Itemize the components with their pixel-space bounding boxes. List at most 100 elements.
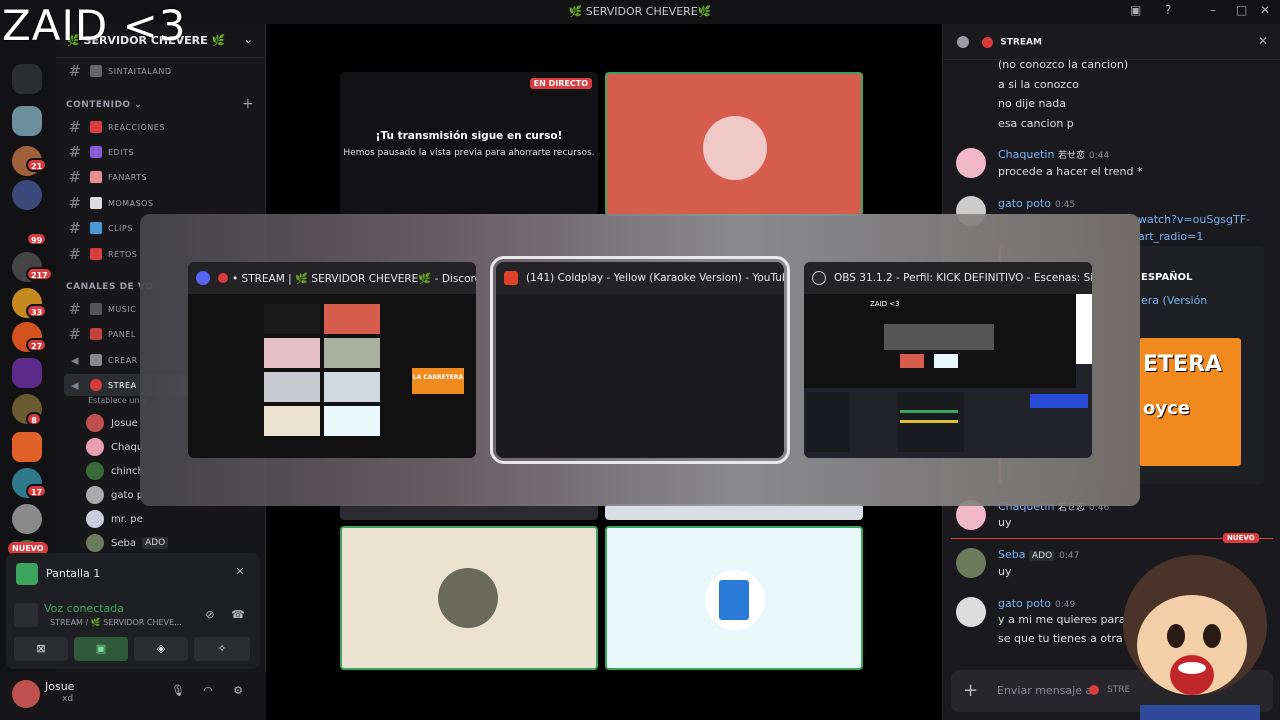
- noise-suppression-icon[interactable]: ⊘: [202, 608, 218, 624]
- record-dot-icon: [982, 36, 994, 48]
- avatar: [703, 116, 767, 180]
- message-author[interactable]: Chaquetin 若せ恋 0:44: [998, 148, 1109, 161]
- inbox-icon[interactable]: ▣: [1130, 3, 1141, 17]
- participant-tile[interactable]: [605, 504, 863, 520]
- close-window-icon[interactable]: ✕: [1260, 3, 1270, 17]
- unread-badge: 99: [26, 232, 48, 246]
- server-icon[interactable]: [12, 106, 42, 136]
- message-link[interactable]: art_radio=1: [1138, 230, 1203, 243]
- user-bar: Josue xd 🎙 ◠ ⚙: [0, 672, 266, 720]
- screen-share-button[interactable]: ▣: [74, 637, 128, 661]
- soundboard-button[interactable]: ✧: [194, 637, 250, 661]
- chat-bubble-icon: [957, 36, 969, 48]
- dm-home-icon[interactable]: [12, 64, 42, 94]
- user-tag: ADO: [1028, 551, 1056, 561]
- stream-tile-paused[interactable]: EN DIRECTO ¡Tu transmisión sigue en curs…: [340, 72, 598, 216]
- close-preview-icon[interactable]: ✕: [232, 565, 248, 581]
- add-channel-icon[interactable]: +: [242, 96, 254, 112]
- message-author[interactable]: Seba ADO 0:47: [998, 548, 1079, 561]
- message-text: uy: [998, 565, 1012, 578]
- channel-item[interactable]: # FANARTS: [64, 166, 260, 188]
- channel-emoji-icon: [90, 303, 102, 315]
- composer-placeholder: Enviar mensaje a: [997, 684, 1093, 697]
- participant-tile[interactable]: [340, 504, 598, 520]
- message-time: 0:49: [1055, 600, 1076, 610]
- disconnect-icon[interactable]: ☎: [230, 608, 246, 624]
- speaker-icon: ◂: [70, 351, 80, 369]
- embed-art-text: oyce: [1143, 398, 1190, 419]
- message-text: procede a hacer el trend *: [998, 165, 1143, 178]
- screen-label: Pantalla 1: [46, 567, 101, 580]
- channel-item[interactable]: # SINTAITALAND: [64, 60, 260, 82]
- category-content[interactable]: CONTENIDO ⌄: [66, 100, 142, 110]
- user-tag: 若せ恋: [1057, 151, 1085, 161]
- streamer-avatar-overlay: [1123, 555, 1267, 720]
- message-text: uy: [998, 516, 1012, 529]
- embed-label: ESPAÑOL: [1141, 272, 1193, 283]
- channel-item[interactable]: # EDITS: [64, 141, 260, 163]
- channel-emoji-icon: [90, 197, 102, 209]
- avatar[interactable]: [12, 680, 40, 708]
- headphones-icon[interactable]: ◠: [200, 684, 216, 700]
- hash-icon: #: [68, 62, 82, 80]
- screen-share-icon: [16, 563, 38, 585]
- obs-preview: ZAID <3: [804, 294, 1076, 388]
- speaker-icon: ◂: [70, 376, 80, 394]
- switcher-window-obs[interactable]: OBS 31.1.2 - Perfil: KICK DEFINITIVO - E…: [804, 262, 1092, 458]
- avatar[interactable]: [956, 548, 986, 578]
- participant-tile[interactable]: [605, 72, 863, 216]
- server-icon[interactable]: [12, 432, 42, 462]
- channel-emoji-icon: [90, 248, 102, 260]
- channel-item[interactable]: # MOMASOS: [64, 192, 260, 214]
- thumbnail-grid: [264, 304, 384, 454]
- maximize-icon[interactable]: □: [1236, 3, 1247, 17]
- avatar: [438, 568, 498, 628]
- minimize-icon[interactable]: –: [1210, 3, 1216, 17]
- message-time: 0:44: [1088, 151, 1110, 161]
- add-attachment-icon[interactable]: +: [963, 680, 978, 701]
- voice-user[interactable]: Seba ADO: [86, 532, 256, 554]
- unread-badge: 21: [26, 158, 48, 172]
- avatar[interactable]: [956, 597, 986, 627]
- message-author[interactable]: gato poto 0:45: [998, 197, 1075, 210]
- close-chat-icon[interactable]: ✕: [1258, 34, 1268, 48]
- avatar[interactable]: [956, 148, 986, 178]
- help-icon[interactable]: ?: [1165, 3, 1171, 17]
- participant-tile[interactable]: [605, 526, 863, 670]
- chat-title: STREAM: [1000, 37, 1042, 48]
- signal-icon: [14, 603, 38, 627]
- channel-emoji-icon: [90, 171, 102, 183]
- channel-emoji-icon: [90, 121, 102, 133]
- settings-gear-icon[interactable]: ⚙: [230, 684, 246, 700]
- window-thumbnail: [496, 294, 784, 458]
- window-title: OBS 31.1.2 - Perfil: KICK DEFINITIVO - E…: [834, 272, 1092, 284]
- server-icon[interactable]: [12, 504, 42, 534]
- activities-button[interactable]: ◈: [134, 637, 188, 661]
- message-link[interactable]: watch?v=ouSgsgTF-: [1138, 213, 1250, 226]
- camera-off-button[interactable]: ⊠: [14, 637, 68, 661]
- paused-text: Hemos pausado la vista previa para ahorr…: [343, 148, 595, 158]
- channel-item[interactable]: # REACCIONES: [64, 116, 260, 138]
- unread-badge: 8: [26, 412, 42, 426]
- switcher-window-youtube[interactable]: (141) Coldplay - Yellow (Karaoke Version…: [490, 256, 790, 464]
- embed-title[interactable]: era (Versión: [1141, 294, 1207, 307]
- document-icon: [719, 580, 749, 620]
- hash-icon: #: [68, 219, 82, 237]
- switcher-window-discord[interactable]: • STREAM | 🌿 SERVIDOR CHEVERE🌿 - Discord…: [188, 262, 476, 458]
- avatar: [86, 510, 104, 528]
- hash-icon: #: [68, 168, 82, 186]
- voice-channel-path[interactable]: STREAM / 🌿 SERVIDOR CHEVE...: [50, 618, 182, 627]
- participant-tile[interactable]: [340, 526, 598, 670]
- channel-emoji-icon: [90, 65, 102, 77]
- embed-thumbnail[interactable]: ETERA oyce: [1139, 338, 1241, 466]
- server-icon[interactable]: [12, 180, 42, 210]
- message-text: no dije nada: [998, 97, 1066, 110]
- message-text: (no conozco la cancion): [998, 58, 1129, 71]
- voice-user[interactable]: mr. pe: [86, 508, 256, 530]
- server-icon[interactable]: [12, 358, 42, 388]
- message-author[interactable]: gato poto 0:49: [998, 597, 1075, 610]
- message-time: 0:45: [1055, 200, 1076, 210]
- avatar: [86, 438, 104, 456]
- thumbnail-banner: LA CARRETERA: [412, 368, 464, 394]
- microphone-icon[interactable]: 🎙: [170, 684, 186, 700]
